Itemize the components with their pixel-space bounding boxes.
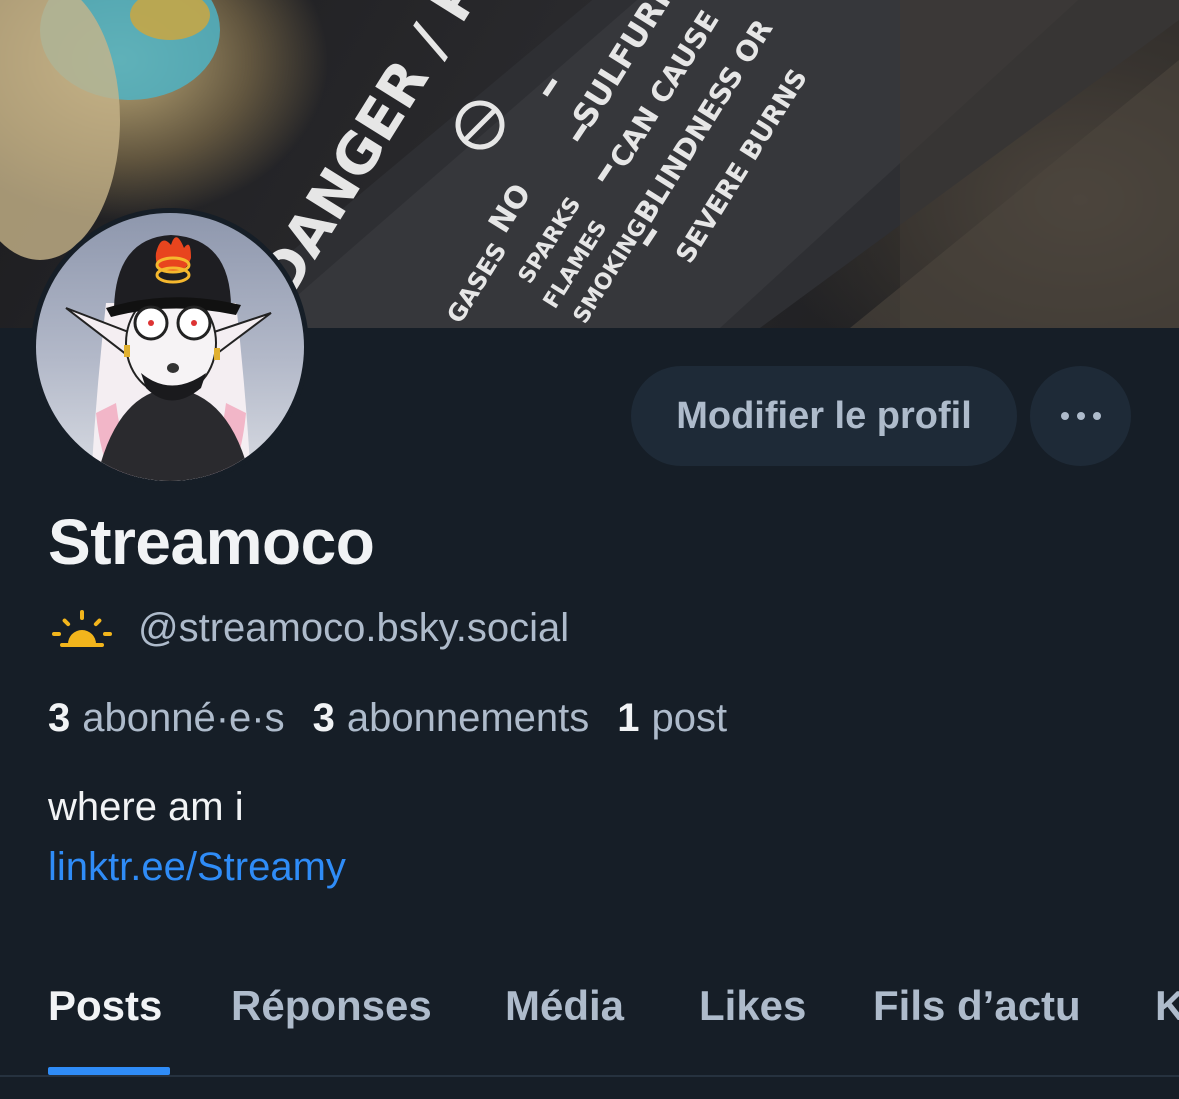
- handle-row: @streamoco.bsky.social: [50, 600, 569, 656]
- tab-likes[interactable]: Likes: [699, 982, 806, 1030]
- handle[interactable]: @streamoco.bsky.social: [138, 606, 569, 651]
- edit-profile-button[interactable]: Modifier le profil: [631, 366, 1017, 466]
- avatar-illustration: [65, 235, 272, 481]
- tab-replies[interactable]: Réponses: [231, 982, 432, 1030]
- tab-more[interactable]: K: [1155, 982, 1179, 1030]
- followers-label: abonné·e·s: [82, 695, 285, 740]
- following-stat[interactable]: 3 abonnements: [313, 696, 618, 741]
- ellipsis-icon: [1057, 412, 1105, 420]
- following-label: abonnements: [346, 695, 590, 740]
- avatar[interactable]: [31, 208, 309, 486]
- display-name: Streamoco: [48, 506, 375, 578]
- posts-label: post: [651, 695, 728, 740]
- tab-posts[interactable]: Posts: [48, 982, 162, 1030]
- sunrise-icon: [52, 610, 112, 647]
- bio-link[interactable]: linktr.ee/Streamy: [48, 845, 346, 890]
- profile-tabs: Posts Réponses Média Likes Fils d’actu K: [0, 960, 1179, 1076]
- posts-stat: 1 post: [617, 696, 755, 741]
- bio-text: where am i: [48, 785, 244, 829]
- tab-feeds[interactable]: Fils d’actu: [873, 982, 1081, 1030]
- tab-media[interactable]: Média: [505, 982, 624, 1030]
- following-count: 3: [312, 695, 335, 740]
- more-options-button[interactable]: [1030, 366, 1131, 466]
- followers-stat[interactable]: 3 abonné·e·s: [48, 696, 313, 741]
- profile-stats: 3 abonné·e·s 3 abonnements 1 post: [48, 690, 755, 746]
- followers-count: 3: [48, 695, 71, 740]
- active-tab-indicator: [48, 1067, 170, 1075]
- avatar-image: [36, 213, 304, 481]
- posts-count: 1: [617, 695, 640, 740]
- tabs-divider: [0, 1075, 1179, 1077]
- profile-page: DANGER / POI NO SULFURIC CAN CAUSE BLIND…: [0, 0, 1179, 1099]
